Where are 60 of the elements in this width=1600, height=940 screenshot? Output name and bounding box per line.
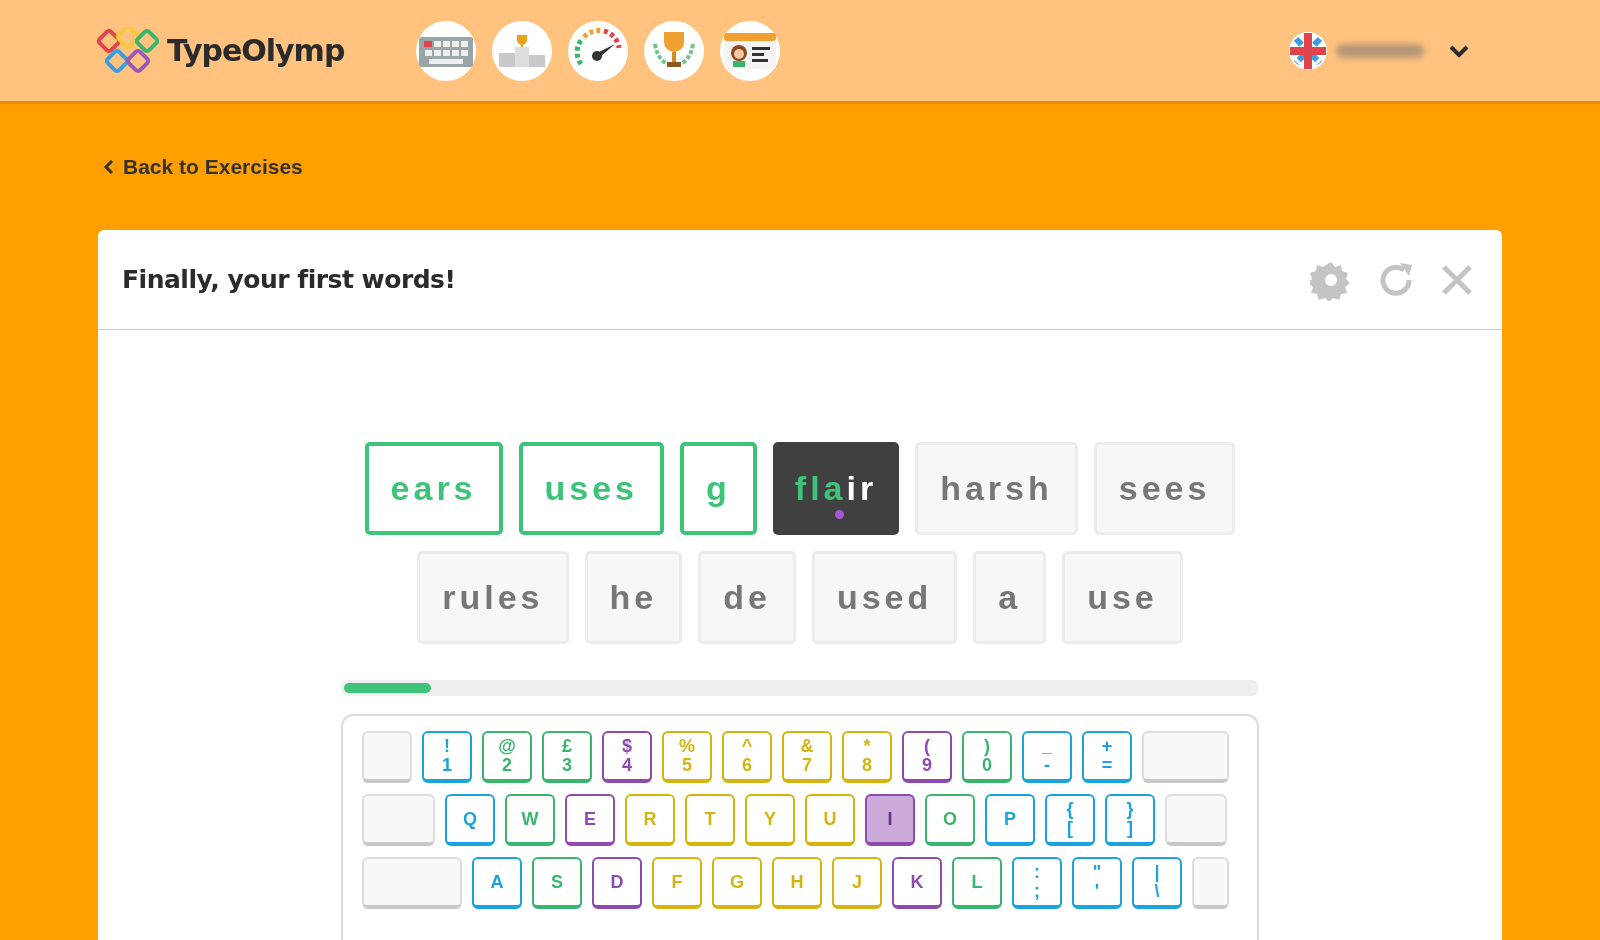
keyboard-key: T	[685, 794, 735, 846]
keyboard-key: R	[625, 794, 675, 846]
keyboard-key: : ;	[1012, 857, 1062, 909]
word-tile: sees	[1093, 442, 1236, 535]
word-tile: he	[584, 551, 683, 644]
word-tile: use	[1062, 551, 1183, 644]
chevron-down-icon[interactable]	[1448, 43, 1470, 58]
keyboard-key: J	[832, 857, 882, 909]
keyboard-key: * 8	[842, 731, 892, 783]
blank-key	[1192, 857, 1229, 909]
keyboard-key: _ -	[1022, 731, 1072, 783]
logo-icon	[97, 26, 159, 75]
blank-key	[1165, 794, 1227, 846]
word-tile: uses	[518, 442, 665, 535]
back-link[interactable]: Back to Exercises	[103, 151, 303, 183]
blank-key	[362, 731, 412, 783]
keyboard-key: Q	[445, 794, 495, 846]
keyboard-key: @ 2	[482, 731, 532, 783]
word-tile: used	[811, 551, 958, 644]
keyboard-key: £ 3	[542, 731, 592, 783]
keyboard-key: U	[805, 794, 855, 846]
keyboard-key: | \	[1132, 857, 1182, 909]
keyboard-key: F	[652, 857, 702, 909]
keyboard-key: ! 1	[422, 731, 472, 783]
keyboard-key: ( 9	[902, 731, 952, 783]
keyboard-key: $ 4	[602, 731, 652, 783]
flag-icon[interactable]	[1288, 30, 1328, 71]
word-tile: de	[698, 551, 796, 644]
keyboard-key: W	[505, 794, 555, 846]
word-tile: g	[680, 442, 757, 535]
exercise-title: Finally, your first words!	[122, 264, 456, 295]
keyboard-key: P	[985, 794, 1035, 846]
keyboard-key: K	[892, 857, 942, 909]
keyboard-key: E	[565, 794, 615, 846]
word-tile: harsh	[915, 442, 1078, 535]
keyboard-key: % 5	[662, 731, 712, 783]
logo-text[interactable]: TypeOlymp	[167, 28, 345, 73]
keyboard-key: L	[952, 857, 1002, 909]
chevron-left-icon	[103, 159, 115, 175]
keyboard-key: { [	[1045, 794, 1095, 846]
keyboard-key: } ]	[1105, 794, 1155, 846]
close-icon[interactable]	[1440, 262, 1474, 297]
keyboard-key: S	[532, 857, 582, 909]
keyboard-key: D	[592, 857, 642, 909]
word-tile: ears	[364, 442, 503, 535]
cursor-dot	[835, 510, 844, 519]
keyboard-key: " '	[1072, 857, 1122, 909]
current-word-tile: flair	[772, 442, 900, 535]
keyboard-key: Y	[745, 794, 795, 846]
keyboard-key: A	[472, 857, 522, 909]
keyboard-key: + =	[1082, 731, 1132, 783]
keyboard-key: H	[772, 857, 822, 909]
word-tile: rules	[417, 551, 569, 644]
keyboard-key: ^ 6	[722, 731, 772, 783]
keyboard-key: & 7	[782, 731, 832, 783]
keyboard-key: O	[925, 794, 975, 846]
keyboard-key: I	[865, 794, 915, 846]
keyboard-key: ) 0	[962, 731, 1012, 783]
word-tile: a	[973, 551, 1047, 644]
keyboard-key: G	[712, 857, 762, 909]
